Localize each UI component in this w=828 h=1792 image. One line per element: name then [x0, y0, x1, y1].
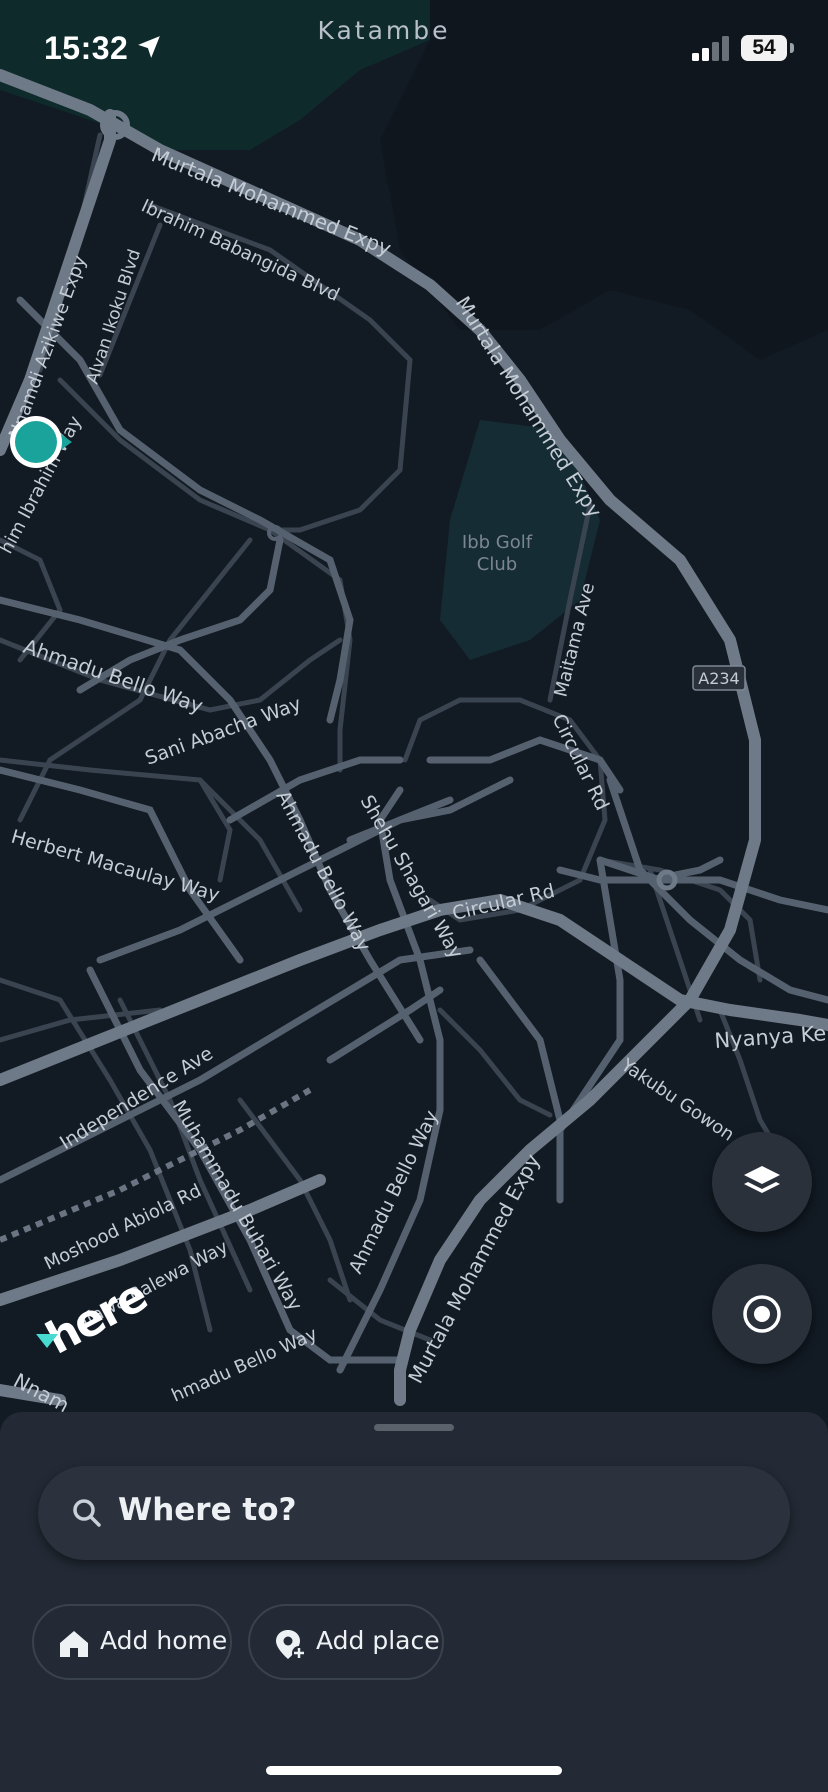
status-bar: 15:32 Katambe 54	[0, 0, 828, 100]
search-input[interactable]: Where to?	[38, 1466, 790, 1560]
add-home-label: Add home	[100, 1626, 228, 1655]
add-place-label: Add place	[316, 1626, 440, 1655]
svg-text:A234: A234	[698, 669, 739, 688]
battery-tip	[790, 43, 794, 53]
area-label: Ibb Golf	[462, 532, 533, 553]
layers-icon	[744, 1166, 780, 1193]
search-icon	[73, 1499, 101, 1527]
add-home-button[interactable]: Add home	[32, 1604, 232, 1680]
locate-me-button[interactable]	[712, 1264, 812, 1364]
search-placeholder: Where to?	[118, 1492, 297, 1528]
home-icon	[60, 1631, 88, 1657]
layers-button[interactable]	[712, 1132, 812, 1232]
status-location-label: Katambe	[317, 16, 451, 45]
signal-icon	[692, 36, 729, 61]
home-indicator	[266, 1766, 562, 1775]
area-label: Club	[477, 554, 517, 575]
add-place-button[interactable]: Add place	[248, 1604, 444, 1680]
battery-icon: 54	[741, 35, 787, 61]
locate-icon	[743, 1295, 781, 1333]
here-logo: here	[36, 1270, 155, 1365]
here-logo-triangle	[36, 1334, 58, 1348]
sheet-drag-handle[interactable]	[374, 1424, 454, 1431]
add-place-icon	[276, 1630, 306, 1660]
road-badge: A234	[692, 665, 746, 691]
bottom-sheet[interactable]: Where to? Add home Add place	[0, 1412, 828, 1792]
